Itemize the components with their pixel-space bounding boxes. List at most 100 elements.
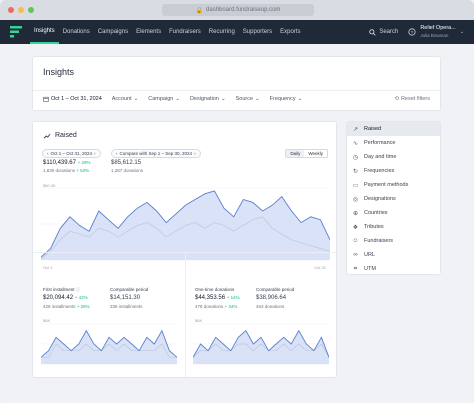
nav-item-recurring[interactable]: Recurring [205,20,239,44]
sidebar-item-payment-methods[interactable]: ▭ Payment methods [347,178,440,192]
logo-icon[interactable] [10,26,24,38]
info-icon[interactable]: ⓘ [76,287,81,292]
ot-count-change: + 34% [224,304,238,309]
compare-pill-label: Compare with Sep 1 – Sep 30, 2024 [119,151,193,156]
raised-card: Raised ‹ Oct 1 – Oct 31, 2024 › ‹ Compar… [32,121,337,378]
one-time-count: 478 donations + 34% [195,304,237,309]
compare-pill[interactable]: ‹ Compare with Sep 1 – Sep 30, 2024 › [111,149,201,158]
chevron-down-icon: ⌄ [220,96,226,102]
filter-label: Source [235,96,254,102]
tag-icon: ⌗ [353,265,358,272]
reset-filters-button[interactable]: ⟲ Reset filters [394,96,430,102]
toggle-daily[interactable]: Daily [286,150,305,157]
one-time-value: $44,353.56 + 14% [195,295,240,301]
trend-icon: ↗ [352,126,359,133]
compare-value: $85,612.15 [111,160,142,166]
nav-item-exports[interactable]: Exports [276,20,304,44]
url-bar[interactable]: 🔒 dashboard.fundraiseup.com [162,4,314,16]
first-installment-value: $20,094.42 + 42% [43,295,88,301]
filter-source[interactable]: Source ⌄ [236,96,260,102]
nav-item-campaigns[interactable]: Campaigns [94,20,132,44]
account-switcher[interactable]: ? Relief Opera... Julia Bowman ⌄ [408,25,464,39]
one-time-chart[interactable] [193,320,329,368]
svg-text:?: ? [411,30,414,36]
range-pill-label: Oct 1 – Oct 31, 2024 [50,151,93,156]
chevron-down-icon: ⌄ [255,96,260,102]
date-range-picker[interactable]: Oct 1 – Oct 31, 2024 [43,96,102,102]
chevron-left-icon: ‹ [47,151,49,156]
sidebar-item-label: Countries [364,210,388,216]
ot-count: 478 donations [195,304,224,309]
chevron-down-icon: ⌄ [297,96,303,102]
maximize-dot-icon[interactable] [28,7,34,13]
sidebar-item-label: Fundraisers [364,238,394,244]
raised-title: Raised [55,132,77,139]
filter-label: Frequency [269,96,296,102]
raised-current-donations: 1,830 donations + 53% [43,168,89,173]
lock-icon: 🔒 [195,7,204,14]
nav-item-fundraisers[interactable]: Fundraisers [165,20,205,44]
filter-campaign[interactable]: Campaign ⌄ [148,96,180,102]
nav-item-supporters[interactable]: Supporters [239,20,276,44]
people-icon: ☺ [352,238,359,244]
sidebar-item-label: Payment methods [364,182,409,188]
chevron-right-icon: › [194,151,196,156]
sidebar-item-label: URL [364,252,376,258]
filter-frequency[interactable]: Frequency ⌄ [270,96,303,102]
ot-change: + 14% [226,295,240,300]
sidebar-item-designations[interactable]: ◎ Designations [347,192,440,206]
donations-change: + 53% [76,168,90,173]
sidebar-item-countries[interactable]: ⊕ Countries [347,206,440,220]
fi-count-change: + 28% [76,304,90,309]
sidebar-item-day-and-time[interactable]: ◷ Day and time [347,150,440,164]
account-user: Julia Bowman [420,33,449,38]
sidebar-item-label: Frequencies [364,168,395,174]
fi-change: + 42% [74,295,88,300]
sidebar-item-label: Performance [364,140,396,146]
sidebar-item-frequencies[interactable]: ↻ Frequencies [347,164,440,178]
sidebar-item-label: Day and time [364,154,397,160]
browser-chrome: 🔒 dashboard.fundraiseup.com [0,0,474,20]
first-installment-label: First installment ⓘ [43,287,80,293]
filter-account[interactable]: Account ⌄ [112,96,138,102]
sidebar-item-label: Tributes [364,224,384,230]
date-range-label: Oct 1 – Oct 31, 2024 [51,96,102,102]
nav-item-donations[interactable]: Donations [59,20,94,44]
filter-designation[interactable]: Designation ⌄ [190,96,226,102]
link-icon: ∞ [353,252,358,258]
nav-item-insights[interactable]: Insights [30,20,59,44]
granularity-toggle: Daily Weekly [285,149,328,158]
target-icon: ◎ [352,196,359,203]
fi-comp-count: 335 installments [110,304,143,309]
search-icon [369,28,376,36]
sidebar-item-url[interactable]: ∞ URL [347,248,440,262]
fi-comp-value: $14,151.30 [110,295,141,301]
nav-item-elements[interactable]: Elements [132,20,165,44]
first-installment-chart[interactable] [41,320,177,368]
x-axis-end-label: Oct 31 [314,265,326,270]
reset-label: Reset filters [400,96,430,102]
sidebar-item-label: Raised [364,126,382,132]
date-range-pill[interactable]: ‹ Oct 1 – Oct 31, 2024 › [42,149,101,158]
trend-icon [43,133,51,139]
raised-heading: Raised [43,132,77,139]
card-icon: ▭ [352,182,359,189]
search-label: Search [379,29,399,35]
chevron-down-icon: ⌄ [133,96,139,102]
minimize-dot-icon[interactable] [18,7,24,13]
sidebar-item-utm[interactable]: ⌗ UTM [347,262,440,276]
nav-search[interactable]: Search [369,28,399,36]
toggle-weekly[interactable]: Weekly [304,150,327,157]
calendar-icon [43,96,49,102]
sidebar-item-raised[interactable]: ↗ Raised [347,122,440,136]
series-area [41,330,177,364]
filter-label: Campaign [148,96,174,102]
sidebar-item-fundraisers[interactable]: ☺ Fundraisers [347,234,440,248]
chevron-down-icon: ⌄ [175,96,180,102]
close-dot-icon[interactable] [8,7,14,13]
chevron-right-icon: › [94,151,96,156]
sidebar-item-tributes[interactable]: ❖ Tributes [347,220,440,234]
sidebar-item-performance[interactable]: ∿ Performance [347,136,440,150]
account-name: Relief Opera... [420,25,456,31]
gift-icon: ❖ [352,224,359,231]
